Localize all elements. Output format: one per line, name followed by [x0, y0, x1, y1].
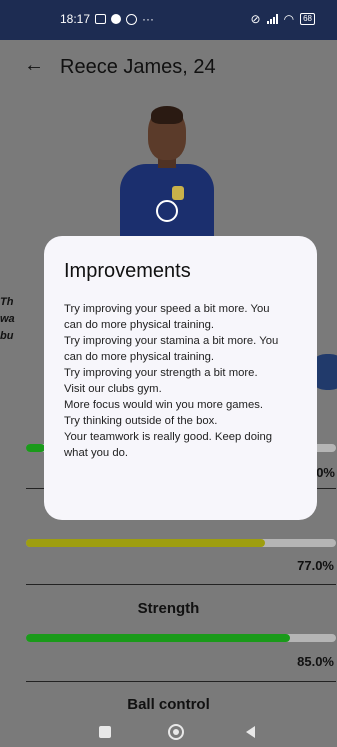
stat-percent: 85.0%: [297, 654, 334, 669]
dialog-body: Try improving your speed a bit more. You…: [64, 301, 299, 461]
system-nav-bar: [0, 718, 337, 747]
dialog-line: can do more physical training.: [64, 319, 215, 331]
dialog-line: More focus would win you more games.: [64, 399, 264, 411]
battery-icon: 68: [300, 13, 315, 25]
back-icon[interactable]: [246, 726, 255, 738]
stat-bar-track: [26, 634, 336, 642]
app-bar: ← Reece James, 24: [0, 40, 337, 96]
stat-bar-fill: [26, 634, 290, 642]
message-icon: [95, 14, 107, 24]
club-badge-icon: [172, 186, 184, 200]
stat-title-strength: Strength: [137, 600, 200, 617]
dialog-line: Your teamwork is really good. Keep doing: [64, 431, 273, 443]
stat-bar-fill: [26, 444, 45, 452]
dialog-line: Try improving your stamina a bit more. Y…: [64, 335, 279, 347]
player-description: Th wa bu: [0, 296, 15, 342]
signal-icon: [266, 14, 278, 24]
divider: [26, 584, 336, 585]
stat-bar-track: [26, 539, 336, 547]
stat-percent: 77.0%: [297, 558, 334, 573]
dialog-line: Visit our clubs gym.: [64, 383, 162, 395]
recents-icon[interactable]: [99, 726, 111, 738]
more-icon: ···: [142, 12, 155, 26]
dialog-line: Try improving your strength a bit more.: [64, 367, 258, 379]
dialog-line: what you do.: [64, 447, 129, 459]
status-time: 18:17: [60, 12, 91, 26]
page-title: Reece James, 24: [60, 56, 216, 78]
status-bar: 18:17 ··· ⊘ ◠ 68: [0, 0, 337, 40]
divider: [26, 681, 336, 682]
dialog-line: can do more physical training.: [64, 351, 215, 363]
improvements-dialog: Improvements Try improving your speed a …: [44, 236, 317, 520]
dialog-title: Improvements: [64, 260, 191, 282]
back-arrow-icon[interactable]: ←: [24, 54, 44, 77]
wifi-icon: ◠: [283, 12, 295, 26]
alarm-icon: ⊘: [250, 12, 261, 26]
dialog-line: Try improving your speed a bit more. You: [64, 303, 270, 315]
stat-bar-fill: [26, 539, 265, 547]
notification-dot-icon: [111, 14, 122, 24]
stat-title-ball-control: Ball control: [127, 696, 210, 713]
dialog-line: Try thinking outside of the box.: [64, 415, 218, 427]
home-icon[interactable]: [168, 724, 184, 740]
whatsapp-icon: [126, 13, 138, 25]
player-image: [120, 106, 214, 238]
sponsor-logo-icon: [156, 200, 178, 222]
